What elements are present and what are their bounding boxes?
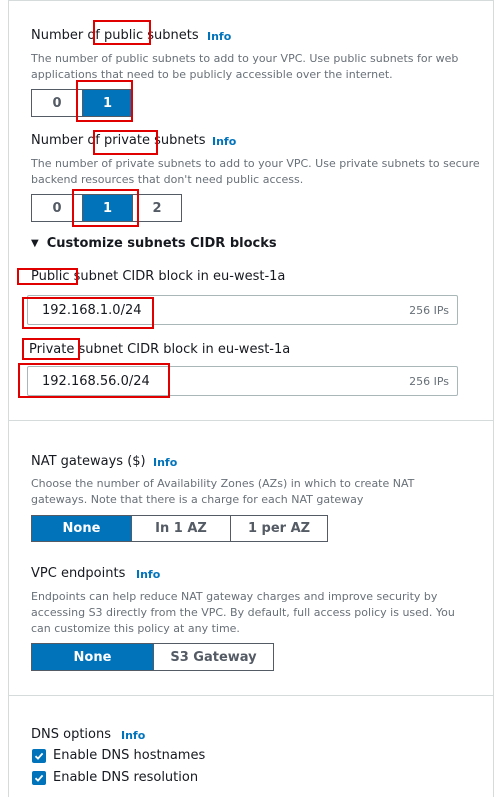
private-subnets-description: The number of private subnets to add to … <box>31 157 480 186</box>
vpc-endpoints-title: VPC endpoints <box>31 566 126 581</box>
cidr-toggle-label: Customize subnets CIDR blocks <box>46 236 277 251</box>
panel-right-border-3 <box>493 695 494 797</box>
endpoints-option-none[interactable]: None <box>32 644 153 670</box>
section-divider-2 <box>8 695 494 696</box>
checkmark-icon <box>34 774 44 782</box>
vpc-endpoints-selector: None S3 Gateway <box>31 643 274 671</box>
vpc-endpoints-info-link[interactable]: Info <box>136 568 160 581</box>
panel-right-border <box>493 0 494 420</box>
highlight-box-public-word <box>93 20 151 45</box>
dns-hostnames-label: Enable DNS hostnames <box>53 748 206 763</box>
nat-gateways-selector: None In 1 AZ 1 per AZ <box>31 515 328 542</box>
highlight-box-private-option <box>72 189 139 227</box>
section-divider-1 <box>8 420 494 421</box>
public-subnets-option-0[interactable]: 0 <box>32 90 82 116</box>
nat-option-1-az[interactable]: In 1 AZ <box>131 516 230 541</box>
public-subnets-info-link[interactable]: Info <box>207 30 231 43</box>
vpc-endpoints-description: Endpoints can help reduce NAT gateway ch… <box>31 590 455 635</box>
highlight-box-private-word <box>93 130 158 155</box>
nat-gateways-title: NAT gateways ($) <box>31 454 146 469</box>
private-subnets-option-2[interactable]: 2 <box>132 195 181 221</box>
private-cidr-ip-count: 256 IPs <box>409 374 449 388</box>
nat-option-none[interactable]: None <box>32 516 131 541</box>
caret-down-icon: ▼ <box>31 238 39 249</box>
highlight-box-private-cidr <box>18 363 170 398</box>
public-cidr-ip-count: 256 IPs <box>409 303 449 317</box>
panel-top-border <box>8 0 494 1</box>
highlight-box-public-option <box>76 80 133 122</box>
checkmark-icon <box>34 752 44 760</box>
cidr-toggle[interactable]: ▼ Customize subnets CIDR blocks <box>31 236 277 251</box>
dns-resolution-label: Enable DNS resolution <box>53 770 199 785</box>
nat-option-per-az[interactable]: 1 per AZ <box>230 516 327 541</box>
panel-left-border <box>8 0 9 420</box>
dns-options-info-link[interactable]: Info <box>121 729 145 742</box>
dns-resolution-checkbox[interactable] <box>32 771 46 785</box>
panel-left-border-3 <box>8 695 9 797</box>
highlight-box-public-label <box>17 268 78 285</box>
dns-hostnames-checkbox[interactable] <box>32 749 46 763</box>
private-subnets-info-link[interactable]: Info <box>212 135 236 148</box>
nat-gateways-description: Choose the number of Availability Zones … <box>31 477 415 506</box>
highlight-box-public-cidr <box>22 297 154 329</box>
panel-left-border-2 <box>8 420 9 695</box>
endpoints-option-s3[interactable]: S3 Gateway <box>153 644 273 670</box>
nat-gateways-info-link[interactable]: Info <box>153 456 177 469</box>
dns-options-title: DNS options <box>31 727 111 742</box>
public-subnets-description: The number of public subnets to add to y… <box>31 52 459 81</box>
highlight-box-private-label <box>22 338 80 360</box>
panel-right-border-2 <box>493 420 494 695</box>
